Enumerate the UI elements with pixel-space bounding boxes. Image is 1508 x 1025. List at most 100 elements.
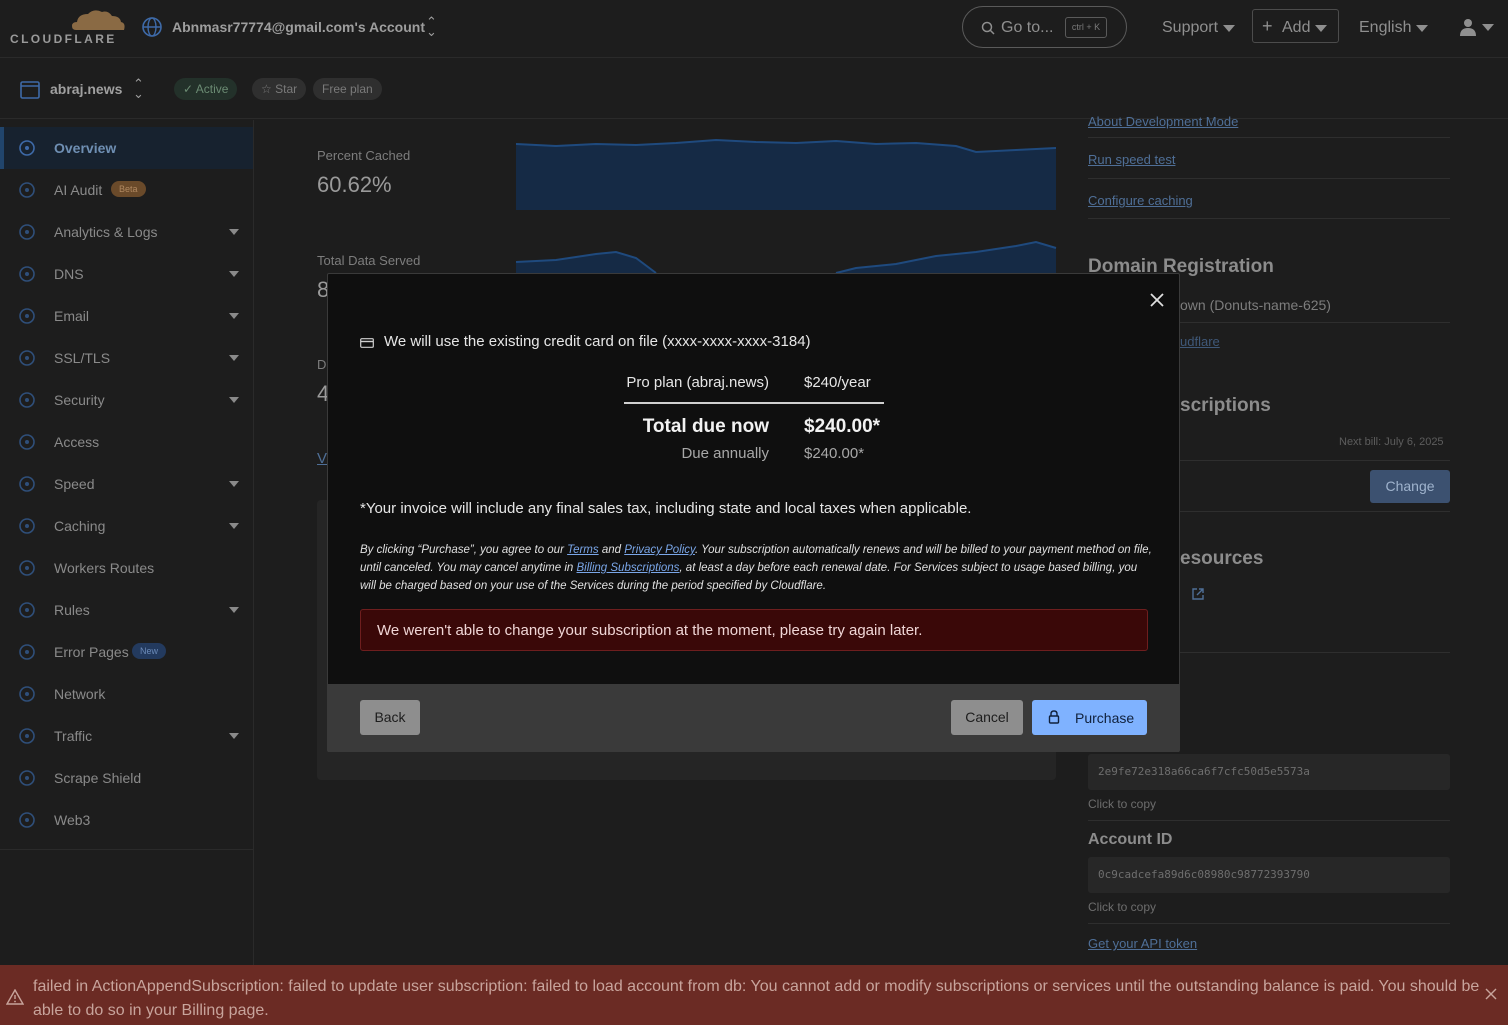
- goto-label: Go to...: [1001, 19, 1054, 36]
- chevron-down-icon[interactable]: [229, 481, 239, 487]
- sidebar-item-label: Speed: [54, 476, 95, 492]
- external-link-icon[interactable]: [1191, 587, 1205, 601]
- run-speed-test-link[interactable]: Run speed test: [1088, 152, 1175, 167]
- sidebar-item-label: AI Audit: [54, 182, 103, 198]
- sidebar-item-label: Error Pages: [54, 644, 129, 660]
- purchase-label: Purchase: [1075, 710, 1135, 726]
- api-token-link[interactable]: Get your API token: [1088, 936, 1197, 951]
- lock-icon: [19, 350, 35, 366]
- click-to-copy-zone: Click to copy: [1088, 797, 1157, 811]
- sidebar-item-email[interactable]: Email: [0, 295, 253, 337]
- overview-icon: [19, 140, 35, 156]
- add-button[interactable]: + Add: [1252, 9, 1339, 43]
- back-button[interactable]: Back: [360, 700, 420, 735]
- chevron-down-icon[interactable]: [229, 607, 239, 613]
- sidebar-item-speed[interactable]: Speed: [0, 463, 253, 505]
- sort-icon[interactable]: ⌃ ⌄: [426, 15, 437, 38]
- sidebar-item-error-pages[interactable]: Error Pages New: [0, 631, 253, 673]
- chevron-down-icon[interactable]: [229, 397, 239, 403]
- card-on-file-note: We will use the existing credit card on …: [384, 333, 811, 350]
- sidebar-item-traffic[interactable]: Traffic: [0, 715, 253, 757]
- close-icon[interactable]: [1147, 290, 1167, 310]
- sidebar-item-caching[interactable]: Caching: [0, 505, 253, 547]
- sidebar-item-label: Overview: [54, 140, 117, 156]
- sidebar-item-ssl-tls[interactable]: SSL/TLS: [0, 337, 253, 379]
- star-icon: ☆: [261, 82, 272, 96]
- main-link[interactable]: V: [317, 450, 327, 467]
- privacy-policy-link[interactable]: Privacy Policy: [624, 544, 695, 556]
- sidebar-item-ai-audit[interactable]: AI Audit Beta: [0, 169, 253, 211]
- configure-caching-link[interactable]: Configure caching: [1088, 193, 1193, 208]
- globe-icon: [142, 17, 162, 37]
- plus-icon: +: [1262, 16, 1273, 36]
- billing-subscriptions-link[interactable]: Billing Subscriptions: [577, 562, 680, 574]
- percent-cached-chart: [516, 138, 1057, 210]
- new-badge: New: [132, 643, 167, 659]
- logo-text: CLOUDFLARE: [10, 32, 117, 46]
- divider: [1088, 820, 1450, 821]
- star-button[interactable]: ☆ Star: [252, 78, 307, 100]
- beta-badge: Beta: [111, 181, 146, 197]
- chevron-down-icon[interactable]: [229, 733, 239, 739]
- sidebar-item-label: Access: [54, 434, 100, 450]
- plan-label: Pro plan (abraj.news): [626, 374, 769, 391]
- support-label: Support: [1162, 19, 1219, 36]
- purchase-button[interactable]: Purchase: [1032, 700, 1147, 735]
- chevron-down-icon[interactable]: [1482, 24, 1494, 31]
- error-alert: We weren't able to change your subscript…: [360, 609, 1148, 651]
- sidebar-item-access[interactable]: Access: [0, 421, 253, 463]
- account-switcher[interactable]: Abnmasr77774@gmail.com's Account: [172, 19, 425, 35]
- sidebar-item-scrape-shield[interactable]: Scrape Shield: [0, 757, 253, 799]
- zone-bar: abraj.news ⌃ ⌄ ✓ Active ☆ Star Free plan: [0, 59, 1508, 119]
- access-icon: [19, 434, 35, 450]
- plan-badge: Free plan: [313, 78, 382, 100]
- chevron-down-icon[interactable]: [229, 355, 239, 361]
- registrar-text: own (Donuts-name-625): [1180, 297, 1331, 313]
- user-icon[interactable]: [1459, 18, 1477, 36]
- sidebar-item-rules[interactable]: Rules: [0, 589, 253, 631]
- legal-text: By clicking “Purchase”, you agree to our…: [360, 544, 1152, 592]
- dns-icon: [19, 266, 35, 282]
- chevron-down-icon: [1222, 25, 1235, 32]
- sidebar-item-network[interactable]: Network: [0, 673, 253, 715]
- sidebar-item-web3[interactable]: Web3: [0, 799, 253, 841]
- sidebar-item-dns[interactable]: DNS: [0, 253, 253, 295]
- support-menu[interactable]: Support: [1162, 19, 1235, 37]
- error-banner-text: failed in ActionAppendSubscription: fail…: [33, 978, 1480, 1019]
- change-button[interactable]: Change: [1370, 470, 1450, 503]
- chevron-down-icon[interactable]: [229, 523, 239, 529]
- sidebar-item-label: Email: [54, 308, 90, 324]
- sidebar-item-label: DNS: [54, 266, 84, 282]
- divider: [1088, 178, 1450, 179]
- cloudflare-registrar-link[interactable]: udflare: [1180, 334, 1220, 349]
- sidebar-item-analytics-logs[interactable]: Analytics & Logs: [0, 211, 253, 253]
- chevron-down-icon[interactable]: [229, 229, 239, 235]
- workers-icon: [19, 560, 35, 576]
- percent-cached-label: Percent Cached: [317, 148, 411, 163]
- chevron-down-icon[interactable]: [229, 271, 239, 277]
- zone-name[interactable]: abraj.news: [50, 81, 122, 97]
- language-menu[interactable]: English: [1359, 19, 1428, 37]
- sidebar-item-workers-routes[interactable]: Workers Routes: [0, 547, 253, 589]
- close-icon[interactable]: [1484, 987, 1498, 1001]
- warning-icon: [6, 989, 24, 1005]
- chevron-down-icon: [1314, 25, 1327, 32]
- add-label: Add: [1282, 19, 1327, 37]
- shield-icon: [19, 392, 35, 408]
- chevron-down-icon[interactable]: [229, 313, 239, 319]
- zone-id-box[interactable]: 2e9fe72e318a66ca6f7cfc50d5e5573a: [1088, 754, 1450, 790]
- account-id-box[interactable]: 0c9cadcefa89d6c08980c98772393790: [1088, 857, 1450, 893]
- credit-card-icon: [360, 338, 374, 348]
- cloud-logo-icon: [72, 10, 125, 30]
- goto-search[interactable]: Go to... ctrl + K: [962, 6, 1127, 48]
- sort-icon[interactable]: ⌃ ⌄: [133, 77, 144, 100]
- sidebar-item-overview[interactable]: Overview: [0, 127, 253, 169]
- sidebar-item-security[interactable]: Security: [0, 379, 253, 421]
- cancel-button[interactable]: Cancel: [951, 700, 1023, 735]
- terms-link[interactable]: Terms: [567, 544, 599, 556]
- cloudflare-logo[interactable]: CLOUDFLARE: [10, 6, 125, 48]
- scrape-shield-icon: [19, 770, 35, 786]
- about-dev-mode-link[interactable]: About Development Mode: [1088, 114, 1238, 129]
- browser-window-icon: [20, 81, 40, 99]
- total-data-label: Total Data Served: [317, 253, 421, 268]
